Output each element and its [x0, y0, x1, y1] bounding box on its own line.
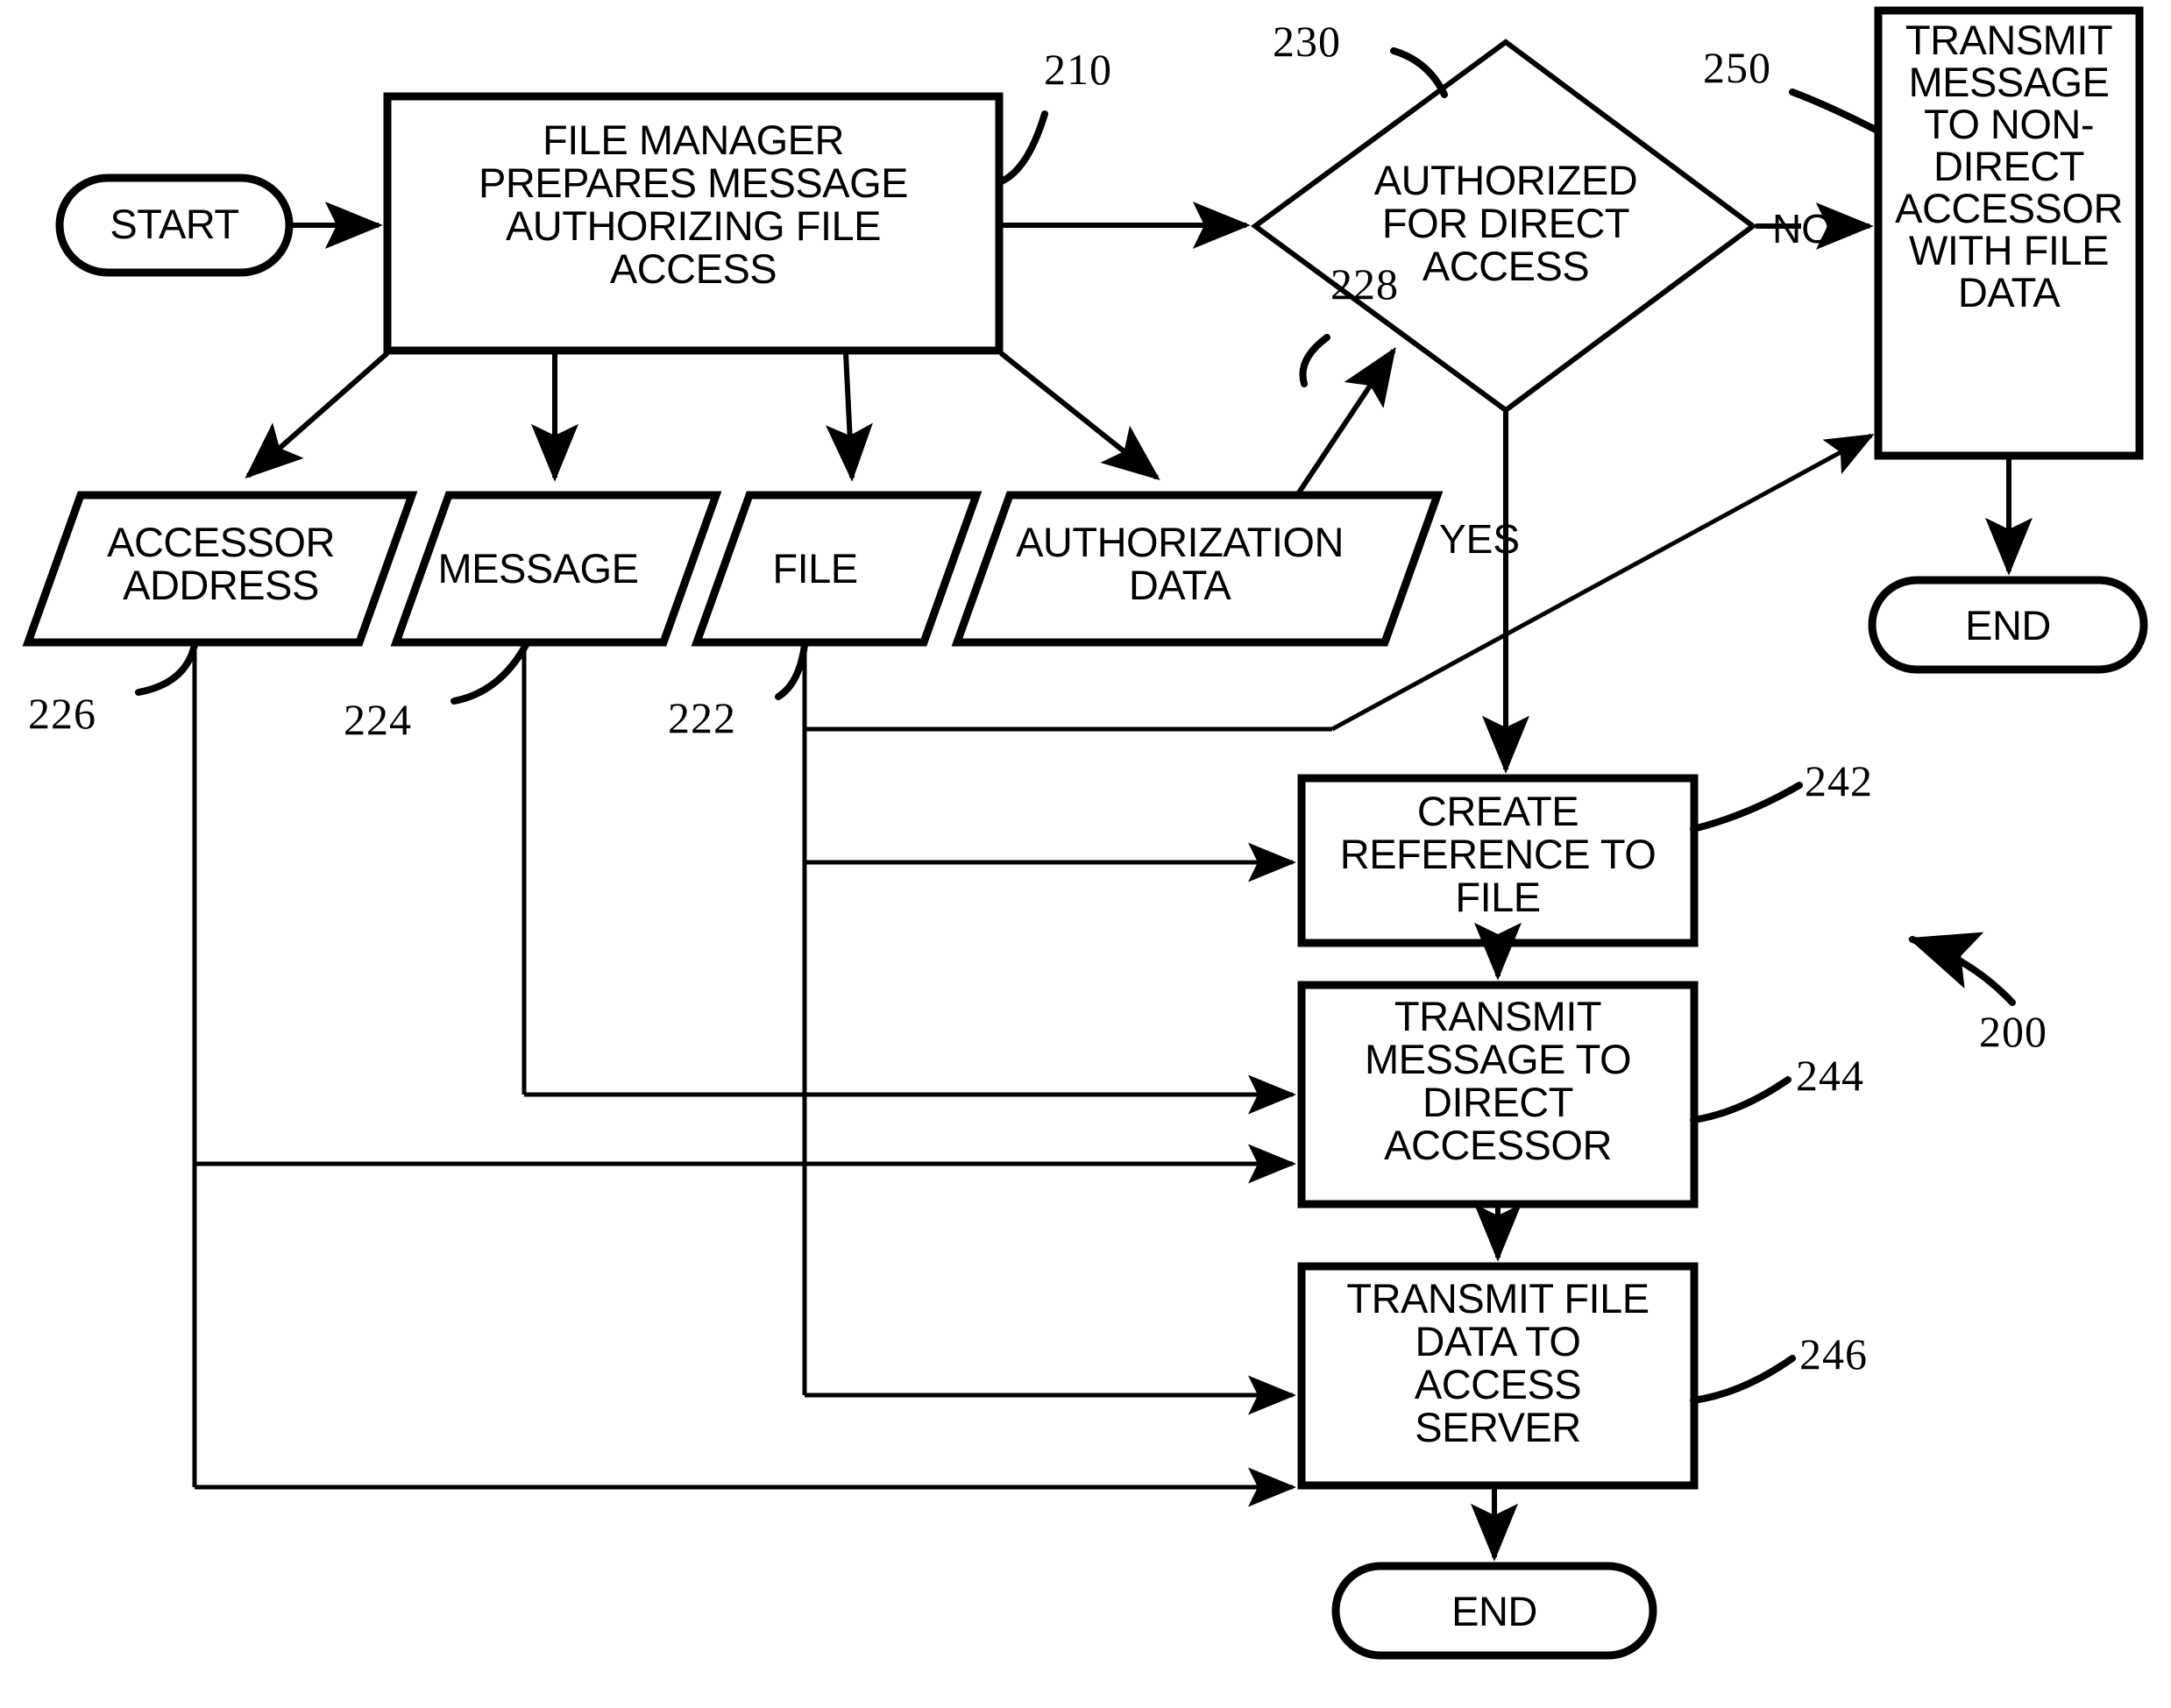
start-terminator-label: START — [110, 201, 239, 247]
patent-flowchart-figure: START FILE MANAGER PREPARES MESSAGE AUTH… — [0, 0, 2171, 1708]
step-250-label: TRANSMIT MESSAGE TO NON- DIRECT ACCESSOR… — [1895, 17, 2123, 315]
leader-222 — [775, 641, 808, 700]
data-228-label: AUTHORIZATION DATA — [1016, 519, 1344, 608]
edge-label-no: NO — [1772, 206, 1833, 252]
data-222-label: FILE — [772, 545, 858, 592]
leader-250 — [1789, 89, 1879, 133]
leader-224 — [451, 641, 529, 705]
edge-228-to-230 — [1295, 347, 1396, 497]
leader-246 — [1690, 1355, 1796, 1404]
ref-numeral-224: 224 — [344, 695, 412, 744]
step-242-label: CREATE REFERENCE TO FILE — [1339, 788, 1657, 920]
ref-numeral-226: 226 — [28, 689, 96, 738]
flowchart-canvas — [22, 6, 2148, 1660]
end-right-terminator-label: END — [1965, 602, 2051, 648]
leader-230 — [1390, 47, 1448, 98]
data-224-label: MESSAGE — [437, 545, 639, 592]
ref-numeral-242: 242 — [1805, 756, 1873, 805]
edge-210-to-222 — [826, 352, 873, 482]
ref-numeral-230: 230 — [1273, 17, 1341, 66]
step-244-label: TRANSMIT MESSAGE TO DIRECT ACCESSOR — [1364, 993, 1632, 1168]
ref-numeral-228: 228 — [1330, 259, 1399, 308]
edge-210-to-228 — [999, 351, 1160, 480]
ref-numeral-250: 250 — [1703, 43, 1771, 92]
edge-228-to-250-diagonal — [1330, 433, 1875, 732]
data-226-label: ACCESSOR ADDRESS — [107, 519, 335, 608]
ref-numeral-244: 244 — [1796, 1051, 1864, 1100]
leader-244 — [1690, 1076, 1791, 1123]
step-246-label: TRANSMIT FILE DATA TO ACCESS SERVER — [1346, 1275, 1650, 1450]
edge-210-to-226 — [245, 351, 389, 479]
ref-numeral-210: 210 — [1044, 45, 1112, 94]
leader-200 — [1907, 932, 2016, 1006]
leader-210 — [996, 110, 1048, 186]
leader-228 — [1299, 334, 1330, 387]
end-bottom-terminator-label: END — [1451, 1588, 1537, 1634]
step-210-label: FILE MANAGER PREPARES MESSAGE AUTHORIZIN… — [479, 117, 909, 292]
ref-numeral-222: 222 — [668, 693, 736, 742]
leader-226 — [135, 641, 198, 696]
leader-242 — [1690, 782, 1803, 833]
ref-numeral-200: 200 — [1979, 1007, 2047, 1056]
ref-numeral-246: 246 — [1799, 1329, 1868, 1378]
edge-label-yes: YES — [1439, 516, 1521, 562]
